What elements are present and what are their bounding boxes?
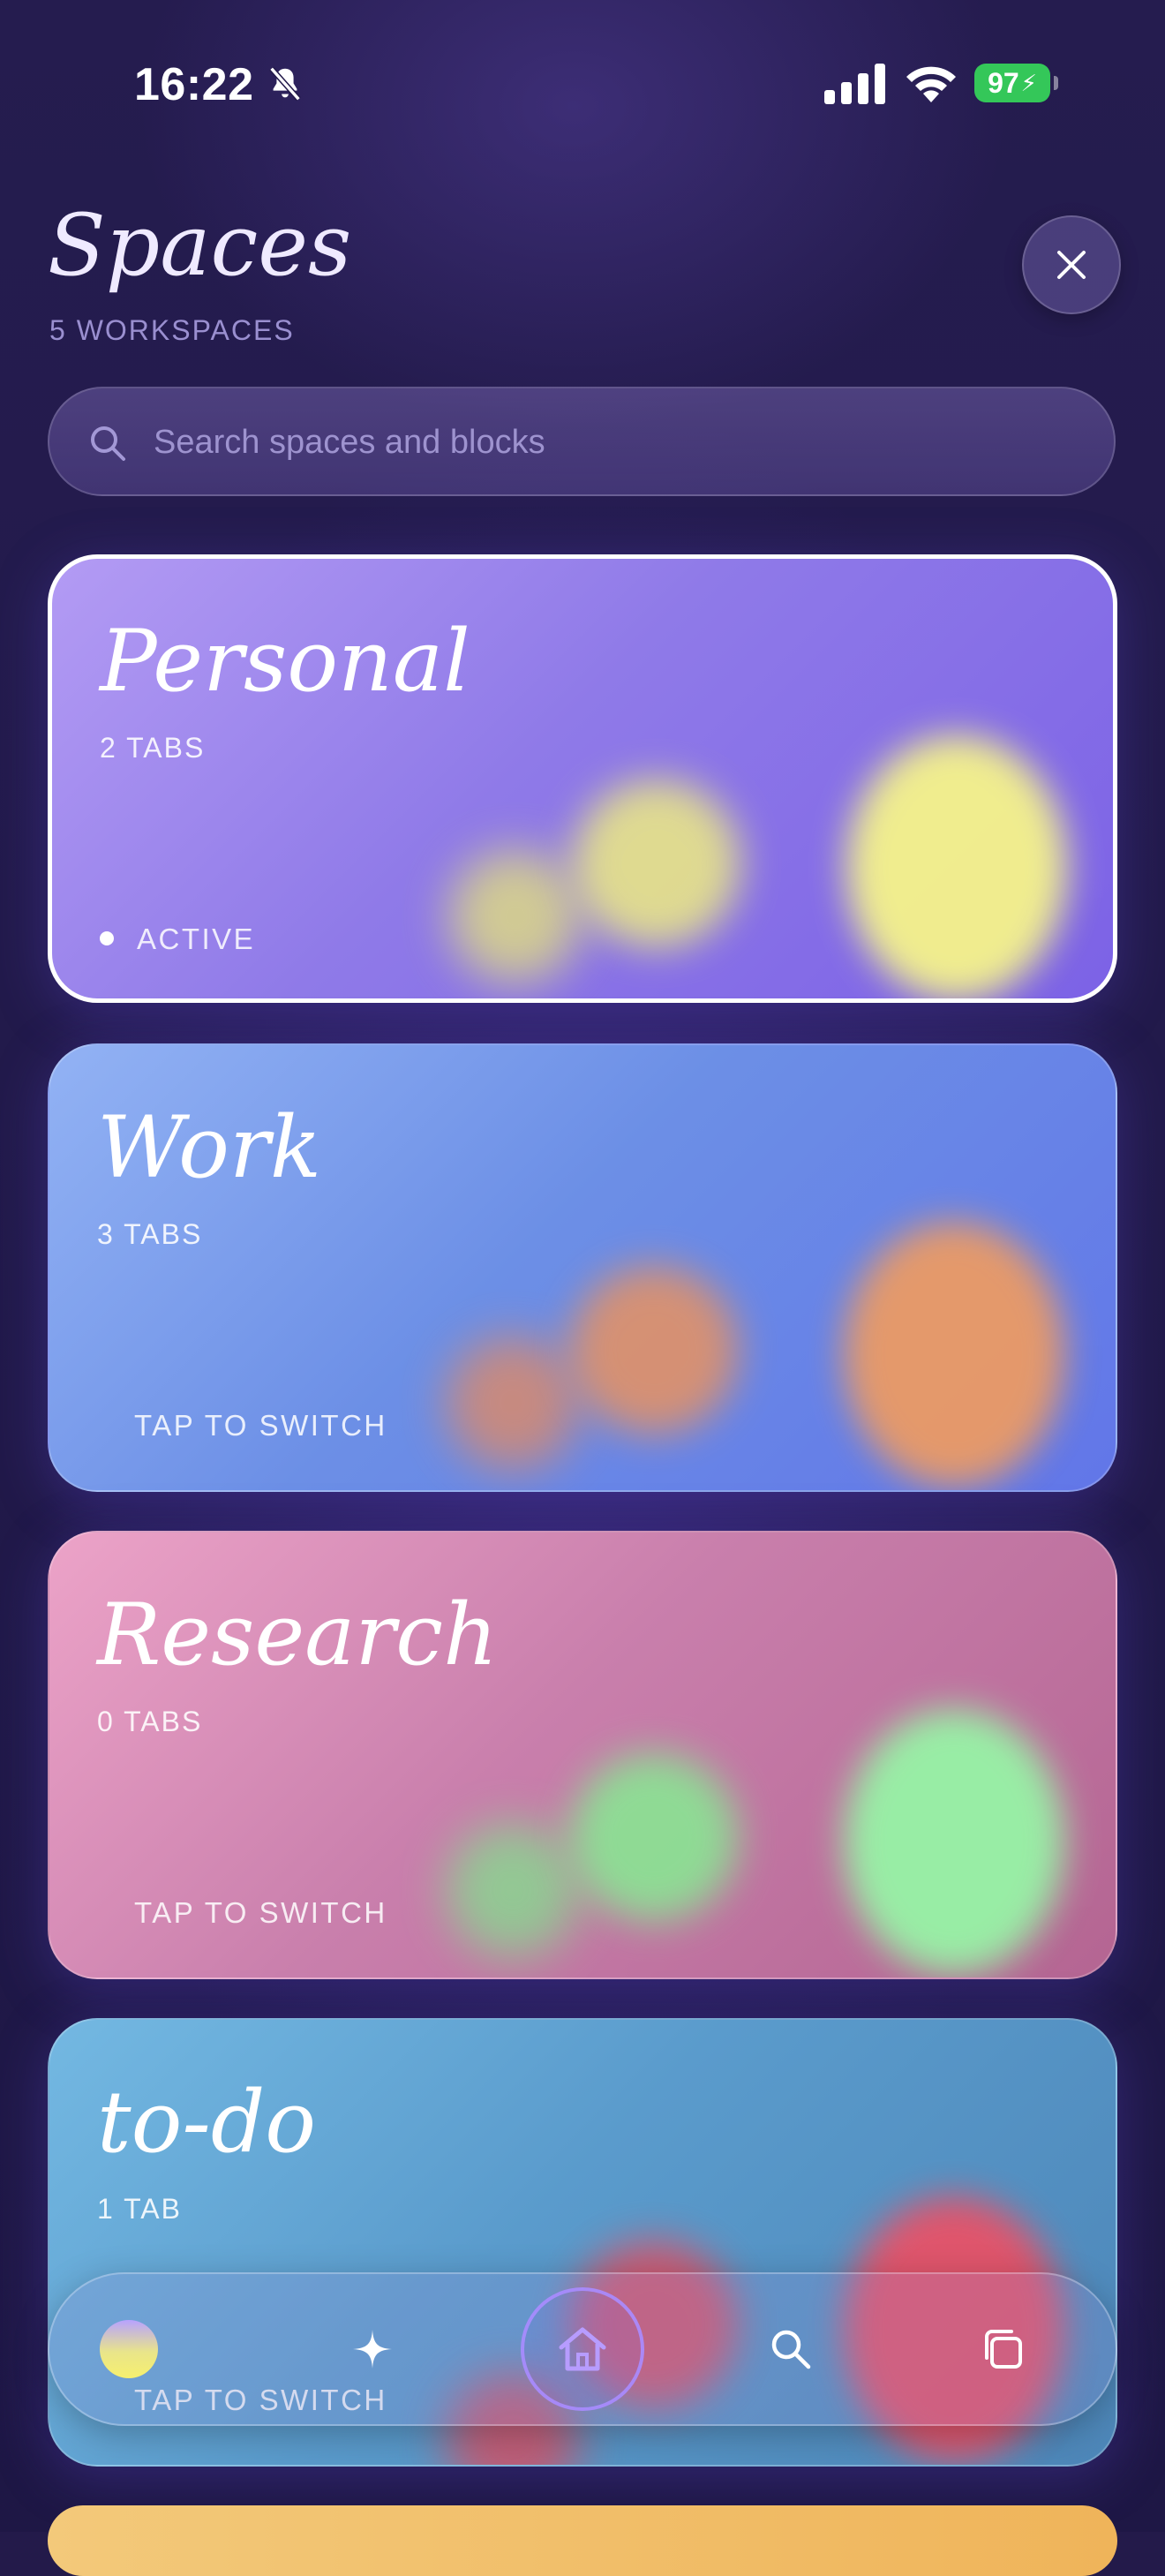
home-icon: [559, 2327, 606, 2371]
search-input[interactable]: [152, 388, 1091, 496]
cellular-signal-icon: [824, 64, 885, 104]
space-card-personal[interactable]: Personal 2 TABS ACTIVE: [48, 554, 1117, 1003]
decorative-blob: [570, 1266, 738, 1434]
close-icon: [1057, 251, 1086, 279]
sparkle-button[interactable]: [328, 2274, 417, 2424]
home-button[interactable]: [512, 2274, 653, 2424]
tabs-icon: [985, 2330, 1022, 2369]
decorative-blob: [844, 1222, 1064, 1487]
space-avatar: [100, 2320, 158, 2378]
decorative-blob: [447, 1824, 579, 1956]
status-time: 16:22: [134, 59, 254, 110]
space-status: ACTIVE: [137, 923, 256, 955]
close-button[interactable]: [1022, 215, 1121, 314]
bell-slash-icon: [269, 66, 301, 102]
tabs-button[interactable]: [958, 2274, 1047, 2424]
workspace-count: 5 WORKSPACES: [49, 314, 295, 346]
space-name: Work: [97, 1098, 322, 1197]
bottom-nav-bar: [48, 2272, 1117, 2426]
decorative-blob: [449, 850, 582, 983]
decorative-blob: [846, 735, 1067, 998]
space-tab-count: 3 TABS: [97, 1218, 203, 1250]
space-card-partial[interactable]: [48, 2505, 1117, 2576]
space-tab-count: 2 TABS: [100, 732, 206, 764]
status-bar: 16:22 97 ⚡: [0, 0, 1165, 159]
active-indicator-dot: [100, 931, 114, 945]
space-tab-count: 0 TABS: [97, 1706, 203, 1737]
search-nav-button[interactable]: [747, 2274, 835, 2424]
page-title: Spaces: [48, 196, 352, 295]
space-card-work[interactable]: Work 3 TABS TAP TO SWITCH: [48, 1043, 1117, 1492]
wifi-icon: [906, 66, 956, 102]
decorative-blob: [573, 780, 740, 947]
decorative-blob: [447, 1337, 579, 1469]
space-tab-count: 1 TAB: [97, 2193, 182, 2225]
decorative-blob: [570, 1753, 738, 1921]
search-icon: [771, 2330, 811, 2369]
search-icon: [91, 426, 125, 461]
space-name: to-do: [97, 2073, 317, 2172]
space-name: Personal: [100, 612, 470, 711]
bolt-icon: ⚡: [1020, 69, 1037, 96]
decorative-blob: [844, 1709, 1064, 1974]
sparkle-icon: [353, 2330, 392, 2369]
search-bar[interactable]: [48, 387, 1116, 496]
space-status: TAP TO SWITCH: [134, 1896, 387, 1929]
space-card-research[interactable]: Research 0 TABS TAP TO SWITCH: [48, 1531, 1117, 1979]
space-name: Research: [97, 1586, 498, 1684]
space-status: TAP TO SWITCH: [134, 1409, 387, 1442]
battery-level: 97: [988, 66, 1019, 99]
space-avatar-button[interactable]: [85, 2274, 173, 2424]
battery-charging-icon: 97 ⚡: [974, 64, 1058, 102]
home-button-ring: [521, 2287, 644, 2411]
